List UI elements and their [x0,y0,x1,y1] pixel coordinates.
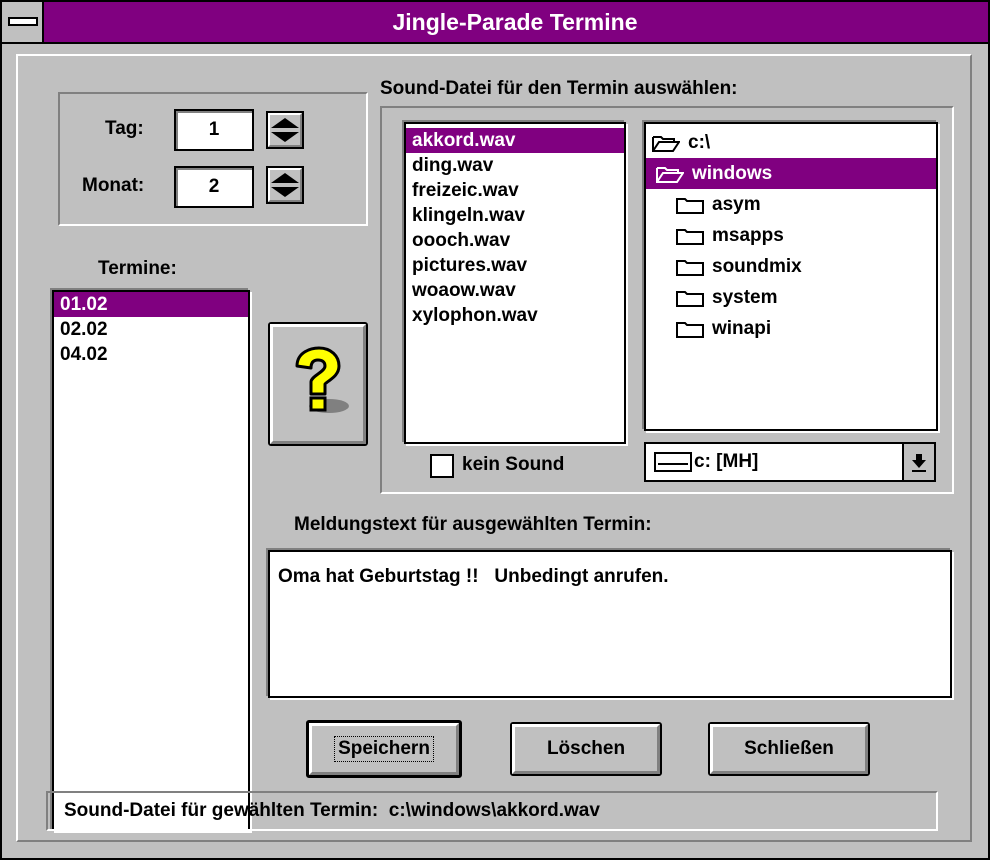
close-button-label: Schließen [744,738,834,759]
directory-list[interactable]: c:\ windows asym msapps soundmix system … [644,122,938,431]
status-text: Sound-Datei für gewählten Termin: c:\win… [64,800,600,821]
folder-icon [676,259,704,276]
directory-label: msapps [712,225,784,246]
folder-icon [676,321,704,338]
sound-file-list[interactable]: akkord.wav ding.wav freizeic.wav klingel… [404,122,626,444]
drive-icon [654,452,692,472]
sound-file-item[interactable]: woaow.wav [406,278,624,303]
drive-label: c: [MH] [694,451,759,472]
sound-file-item[interactable]: ding.wav [406,153,624,178]
up-down-arrows-icon [271,118,299,142]
directory-item[interactable]: c:\ [646,127,936,158]
up-down-arrows-icon [271,173,299,197]
day-label: Tag: [105,118,144,139]
main-window: Jingle-Parade Termine Tag: 1 Monat: 2 Te… [0,0,990,860]
directory-label: system [712,287,778,308]
sound-file-item[interactable]: oooch.wav [406,228,624,253]
day-field[interactable]: 1 [174,109,254,151]
no-sound-checkbox[interactable] [430,454,454,478]
message-label: Meldungstext für ausgewählten Termin: [294,514,652,535]
directory-label: asym [712,194,761,215]
dropdown-arrow-icon[interactable] [902,444,934,480]
directory-item[interactable]: system [646,282,936,313]
sound-file-item[interactable]: akkord.wav [406,128,624,153]
appointments-list[interactable]: 01.02 02.02 04.02 [52,290,250,831]
folder-icon [676,290,704,307]
month-value: 2 [208,176,220,197]
folder-icon [676,197,704,214]
close-button[interactable]: Schließen [708,722,870,776]
sound-file-item[interactable]: freizeic.wav [406,178,624,203]
directory-item[interactable]: winapi [646,313,936,344]
directory-item[interactable]: asym [646,189,936,220]
appointment-item[interactable]: 01.02 [54,292,248,317]
delete-button[interactable]: Löschen [510,722,662,776]
delete-button-label: Löschen [546,738,626,759]
month-field[interactable]: 2 [174,166,254,208]
open-folder-icon [652,135,680,152]
message-textarea[interactable]: Oma hat Geburtstag !! Unbedingt anrufen. [268,550,952,698]
directory-item[interactable]: windows [646,158,936,189]
day-spin-button[interactable] [266,111,304,149]
directory-label: c:\ [688,132,711,153]
directory-item[interactable]: msapps [646,220,936,251]
status-bar: Sound-Datei für gewählten Termin: c:\win… [46,791,938,831]
title-bar[interactable]: Jingle-Parade Termine [2,2,988,44]
directory-item[interactable]: soundmix [646,251,936,282]
sound-group-label: Sound-Datei für den Termin auswählen: [380,78,738,99]
appointments-label: Termine: [98,258,177,279]
day-value: 1 [208,119,220,140]
save-button-label: Speichern [334,736,434,762]
appointment-item[interactable]: 04.02 [54,342,248,367]
question-mark-icon [295,346,349,413]
sound-file-item[interactable]: klingeln.wav [406,203,624,228]
month-label: Monat: [82,175,145,196]
sound-file-item[interactable]: xylophon.wav [406,303,624,328]
drive-select[interactable]: c: [MH] [644,442,936,482]
folder-icon [676,228,704,245]
no-sound-label[interactable]: kein Sound [462,454,564,476]
directory-label: windows [692,163,773,184]
message-text: Oma hat Geburtstag !! Unbedingt anrufen. [278,566,669,587]
help-button[interactable] [268,322,368,446]
window-title: Jingle-Parade Termine [392,9,638,35]
open-folder-icon [656,166,684,183]
system-menu-icon[interactable] [2,2,44,42]
directory-label: soundmix [712,256,802,277]
appointment-item[interactable]: 02.02 [54,317,248,342]
month-spin-button[interactable] [266,166,304,204]
save-button[interactable]: Speichern [306,720,462,778]
directory-label: winapi [712,318,772,339]
sound-file-item[interactable]: pictures.wav [406,253,624,278]
